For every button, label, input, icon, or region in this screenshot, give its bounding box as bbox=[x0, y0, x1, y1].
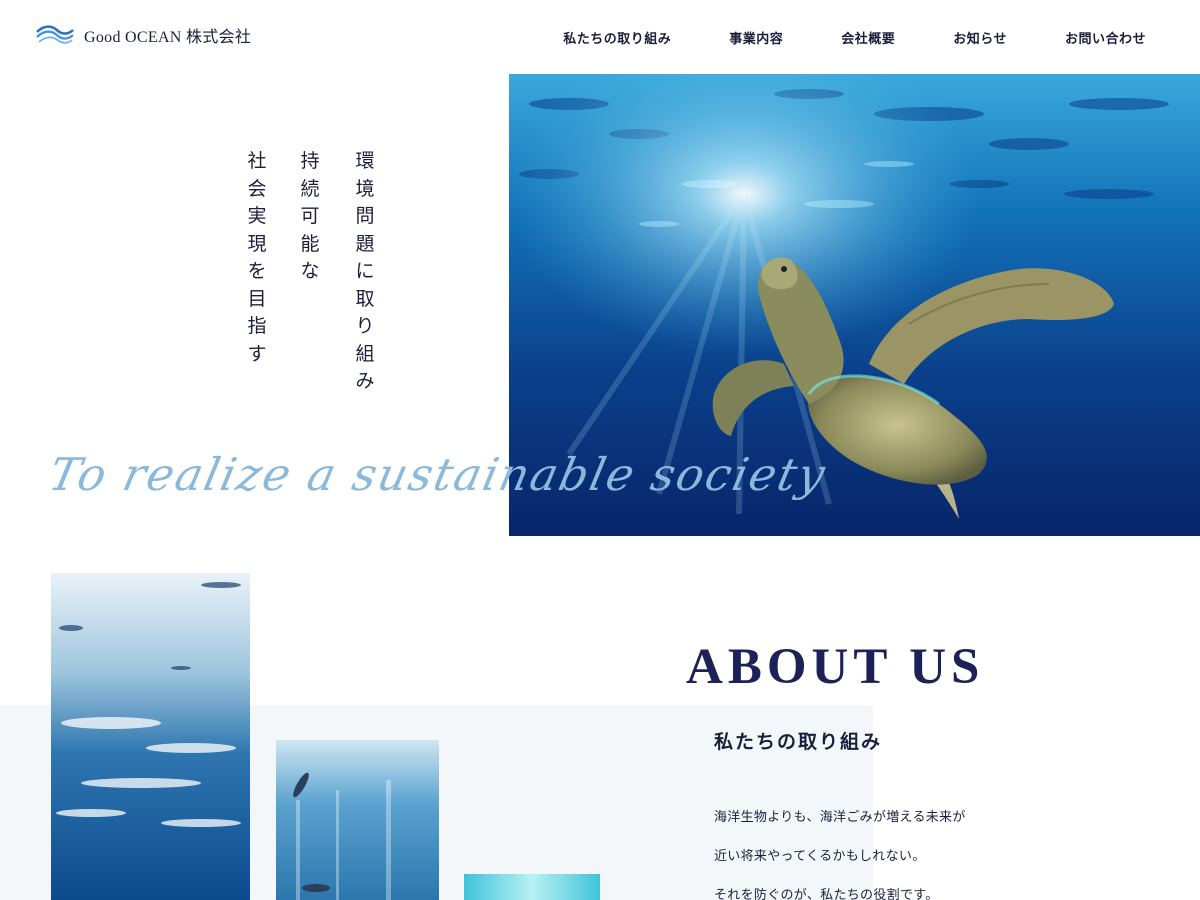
about-paragraph-1: 海洋生物よりも、海洋ごみが増える未来が bbox=[714, 810, 966, 825]
about-heading: ABOUT US bbox=[686, 639, 985, 695]
site-header: Good OCEAN 株式会社 私たちの取り組み 事業内容 会社概要 お知らせ … bbox=[0, 0, 1200, 74]
hero-vertical-line-1: 環境問題に取り組み bbox=[355, 150, 375, 392]
logo[interactable]: Good OCEAN 株式会社 bbox=[36, 22, 251, 48]
fish-underwater-photo bbox=[276, 740, 439, 900]
hero-tagline: To realize a sustainable society bbox=[44, 448, 832, 501]
hero-vertical-line-2: 持続可能な bbox=[300, 150, 320, 282]
nav-link-company[interactable]: 会社概要 bbox=[841, 28, 895, 47]
nav-link-business[interactable]: 事業内容 bbox=[729, 28, 783, 47]
hero-vertical-line-3: 社会実現を目指す bbox=[247, 150, 267, 365]
about-subheading: 私たちの取り組み bbox=[714, 731, 883, 753]
light-water-photo bbox=[464, 874, 600, 900]
main-nav: 私たちの取り組み 事業内容 会社概要 お知らせ お問い合わせ bbox=[505, 28, 1146, 47]
nav-link-initiatives[interactable]: 私たちの取り組み bbox=[563, 28, 671, 47]
wave-logo-icon bbox=[36, 25, 74, 44]
company-name: Good OCEAN 株式会社 bbox=[84, 29, 252, 46]
about-paragraph-3: それを防ぐのが、私たちの役割です。 bbox=[714, 888, 939, 900]
about-paragraph-2: 近い将来やってくるかもしれない。 bbox=[714, 849, 926, 864]
nav-link-news[interactable]: お知らせ bbox=[953, 28, 1007, 47]
ocean-surface-photo bbox=[51, 573, 250, 900]
about-body: 海洋生物よりも、海洋ごみが増える未来が 近い将来やってくるかもしれない。 それを… bbox=[714, 808, 1044, 900]
nav-link-contact[interactable]: お問い合わせ bbox=[1065, 28, 1146, 47]
